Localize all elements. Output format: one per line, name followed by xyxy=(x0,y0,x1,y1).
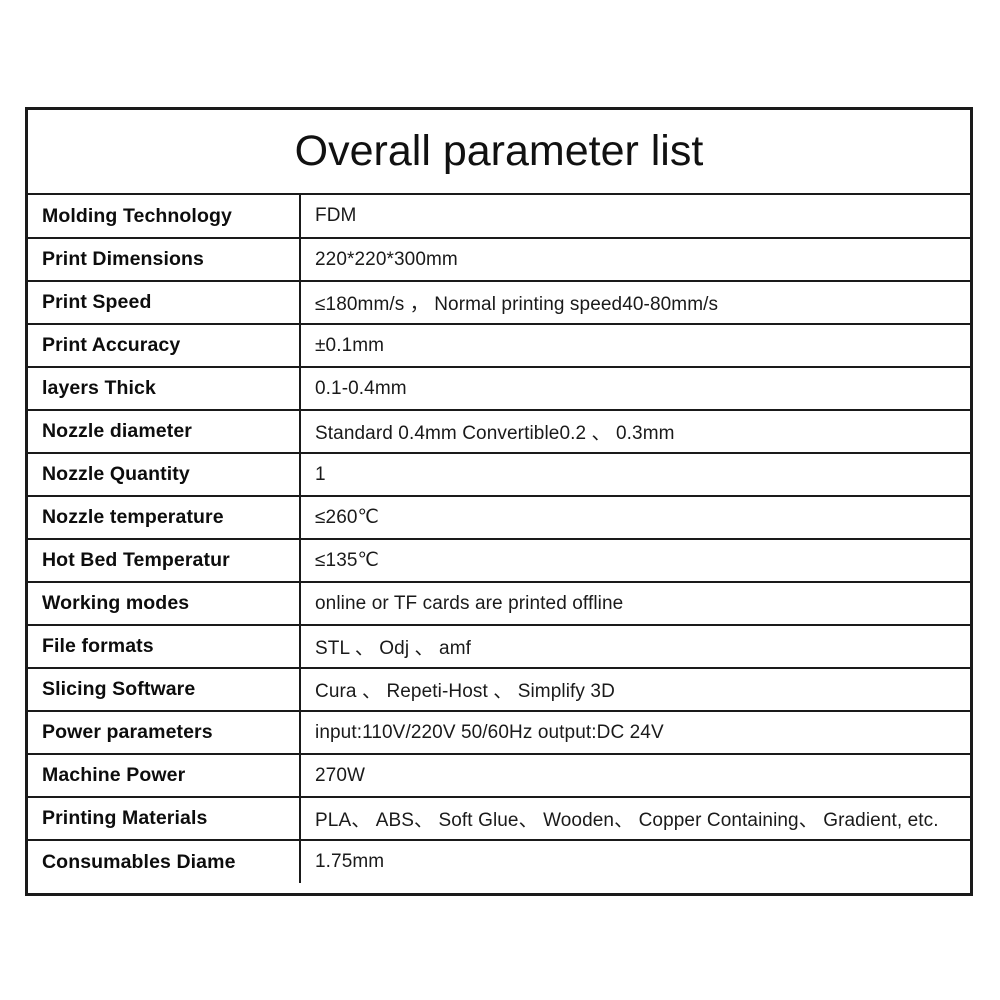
row-value: Standard 0.4mm Convertible0.2 、 0.3mm xyxy=(299,409,970,454)
row-label: Printing Materials xyxy=(28,796,301,841)
spec-table-frame: Overall parameter list Molding Technolog… xyxy=(25,107,973,896)
page-title: Overall parameter list xyxy=(294,127,704,175)
row-value: online or TF cards are printed offline xyxy=(299,581,970,626)
row-label: Print Dimensions xyxy=(28,237,301,282)
row-value: ≤260℃ xyxy=(299,495,970,540)
table-row: Print Dimensions 220*220*300mm xyxy=(28,237,970,282)
row-label: Print Speed xyxy=(28,280,301,325)
row-label: Nozzle temperature xyxy=(28,495,301,540)
row-value: 220*220*300mm xyxy=(299,237,970,282)
row-value: 1.75mm xyxy=(299,839,970,883)
row-value: FDM xyxy=(299,195,970,239)
row-label: Print Accuracy xyxy=(28,323,301,368)
row-value: 270W xyxy=(299,753,970,798)
row-label: Molding Technology xyxy=(28,195,301,239)
table-row: Printing Materials PLA、 ABS、 Soft Glue、 … xyxy=(28,796,970,841)
table-row: Machine Power 270W xyxy=(28,753,970,798)
table-row: Print Speed ≤180mm/s ， Normal printing s… xyxy=(28,280,970,325)
table-row: Power parameters input:110V/220V 50/60Hz… xyxy=(28,710,970,755)
table-row: Molding Technology FDM xyxy=(28,195,970,239)
table-row: Slicing Software Cura 、 Repeti-Host 、 Si… xyxy=(28,667,970,712)
row-label: File formats xyxy=(28,624,301,669)
table-row: Print Accuracy ±0.1mm xyxy=(28,323,970,368)
row-value: ≤135℃ xyxy=(299,538,970,583)
row-label: Nozzle diameter xyxy=(28,409,301,454)
row-value: Cura 、 Repeti-Host 、 Simplify 3D xyxy=(299,667,970,712)
specifications-table: Molding Technology FDM Print Dimensions … xyxy=(28,195,970,883)
row-label: Machine Power xyxy=(28,753,301,798)
row-value: input:110V/220V 50/60Hz output:DC 24V xyxy=(299,710,970,755)
table-row: Hot Bed Temperatur ≤135℃ xyxy=(28,538,970,583)
row-value: ≤180mm/s ， Normal printing speed40-80mm/… xyxy=(299,280,970,325)
row-label: Nozzle Quantity xyxy=(28,452,301,497)
table-row: Nozzle diameter Standard 0.4mm Convertib… xyxy=(28,409,970,454)
row-value: 0.1-0.4mm xyxy=(299,366,970,411)
table-row: File formats STL 、 Odj 、 amf xyxy=(28,624,970,669)
row-label: Working modes xyxy=(28,581,301,626)
table-row: Working modes online or TF cards are pri… xyxy=(28,581,970,626)
row-label: Hot Bed Temperatur xyxy=(28,538,301,583)
title-band: Overall parameter list xyxy=(28,110,970,195)
row-label: layers Thick xyxy=(28,366,301,411)
row-value: ±0.1mm xyxy=(299,323,970,368)
row-label: Consumables Diame xyxy=(28,839,301,883)
row-value: PLA、 ABS、 Soft Glue、 Wooden、 Copper Cont… xyxy=(299,796,970,841)
table-row: Nozzle temperature ≤260℃ xyxy=(28,495,970,540)
document-page: Overall parameter list Molding Technolog… xyxy=(0,0,1000,1000)
row-label: Slicing Software xyxy=(28,667,301,712)
table-row: Nozzle Quantity 1 xyxy=(28,452,970,497)
row-value: 1 xyxy=(299,452,970,497)
table-row: layers Thick 0.1-0.4mm xyxy=(28,366,970,411)
table-row: Consumables Diame 1.75mm xyxy=(28,839,970,883)
row-label: Power parameters xyxy=(28,710,301,755)
row-value: STL 、 Odj 、 amf xyxy=(299,624,970,669)
